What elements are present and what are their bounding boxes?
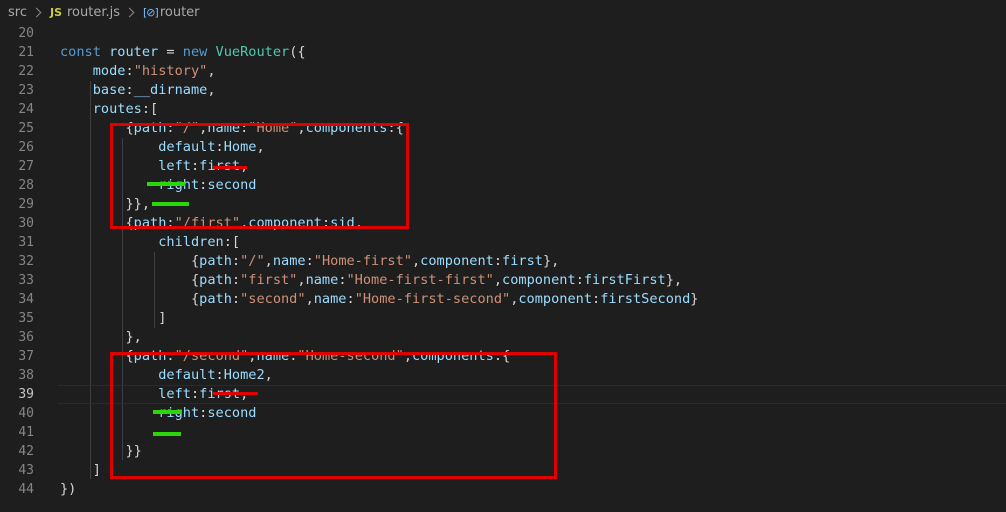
annotation-box-home-route — [110, 123, 409, 229]
line-code: ] — [92, 462, 101, 478]
annotation-underline-right — [152, 202, 189, 206]
javascript-file-icon: JS — [49, 5, 62, 19]
line-code: {path:"/",name:"Home-first",component:fi… — [190, 253, 560, 269]
annotation-underline-home — [213, 166, 247, 169]
editor-window: 19}2021const router = new VueRouter({22 … — [0, 0, 1006, 512]
line-number: 36 — [18, 330, 34, 345]
annotation-underline-left — [153, 410, 182, 414]
code-line[interactable]: 20 — [0, 24, 1006, 43]
line-number: 33 — [18, 273, 34, 288]
code-line[interactable]: 33 {path:"first",name:"Home-first-first"… — [0, 271, 1006, 290]
breadcrumb-folder[interactable]: src — [8, 5, 27, 20]
annotation-box-second-route — [110, 352, 557, 479]
code-line[interactable]: 31 children:[ — [0, 233, 1006, 252]
code-line[interactable]: 22 mode:"history", — [0, 62, 1006, 81]
line-number: 20 — [18, 26, 34, 41]
code-line[interactable]: 34 {path:"second",name:"Home-first-secon… — [0, 290, 1006, 309]
line-number: 27 — [18, 159, 34, 174]
line-number: 25 — [18, 121, 34, 136]
line-number: 43 — [18, 463, 34, 478]
line-number: 42 — [18, 444, 34, 459]
line-number: 28 — [18, 178, 34, 193]
code-line[interactable]: 35 ] — [0, 309, 1006, 328]
symbol-variable-icon: [⊘] — [143, 5, 159, 19]
line-number: 31 — [18, 235, 34, 250]
line-code: {path:"second",name:"Home-first-second",… — [190, 291, 699, 307]
code-editor[interactable]: 19}2021const router = new VueRouter({22 … — [0, 0, 1006, 512]
line-code: }) — [60, 481, 77, 497]
line-code: base:__dirname, — [92, 82, 216, 98]
line-number: 44 — [18, 482, 34, 497]
code-line[interactable]: 44}) — [0, 480, 1006, 499]
line-code: const router = new VueRouter({ — [60, 44, 306, 60]
line-number: 23 — [18, 83, 34, 98]
line-code: }, — [125, 329, 142, 345]
line-code: children:[ — [158, 234, 241, 250]
line-number: 40 — [18, 406, 34, 421]
line-number: 37 — [18, 349, 34, 364]
line-number: 35 — [18, 311, 34, 326]
line-number: 32 — [18, 254, 34, 269]
line-number: 38 — [18, 368, 34, 383]
annotation-underline-home2 — [213, 392, 258, 395]
line-number: 29 — [18, 197, 34, 212]
line-code: routes:[ — [92, 101, 159, 117]
line-number: 26 — [18, 140, 34, 155]
line-number: 41 — [18, 425, 34, 440]
annotation-underline-left — [147, 182, 185, 186]
breadcrumb-file[interactable]: router.js — [67, 5, 120, 20]
line-code: {path:"first",name:"Home-first-first",co… — [190, 272, 683, 288]
chevron-right-icon — [124, 7, 135, 17]
code-line[interactable]: 24 routes:[ — [0, 100, 1006, 119]
line-code: ] — [158, 310, 167, 326]
breadcrumb-symbol[interactable]: router — [160, 5, 200, 20]
line-number: 21 — [18, 45, 34, 60]
line-number: 30 — [18, 216, 34, 231]
code-line[interactable]: 32 {path:"/",name:"Home-first",component… — [0, 252, 1006, 271]
line-code: mode:"history", — [92, 63, 216, 79]
code-line[interactable]: 21 const router = new VueRouter({ — [0, 43, 1006, 62]
line-number: 39 — [18, 387, 34, 402]
code-line[interactable]: 36 }, — [0, 328, 1006, 347]
line-number: 24 — [18, 102, 34, 117]
breadcrumb: src JS router.js [⊘] router — [0, 0, 1006, 24]
chevron-right-icon — [31, 7, 42, 17]
line-number: 22 — [18, 64, 34, 79]
annotation-underline-right — [153, 432, 181, 436]
line-number: 34 — [18, 292, 34, 307]
code-line[interactable]: 23 base:__dirname, — [0, 81, 1006, 100]
